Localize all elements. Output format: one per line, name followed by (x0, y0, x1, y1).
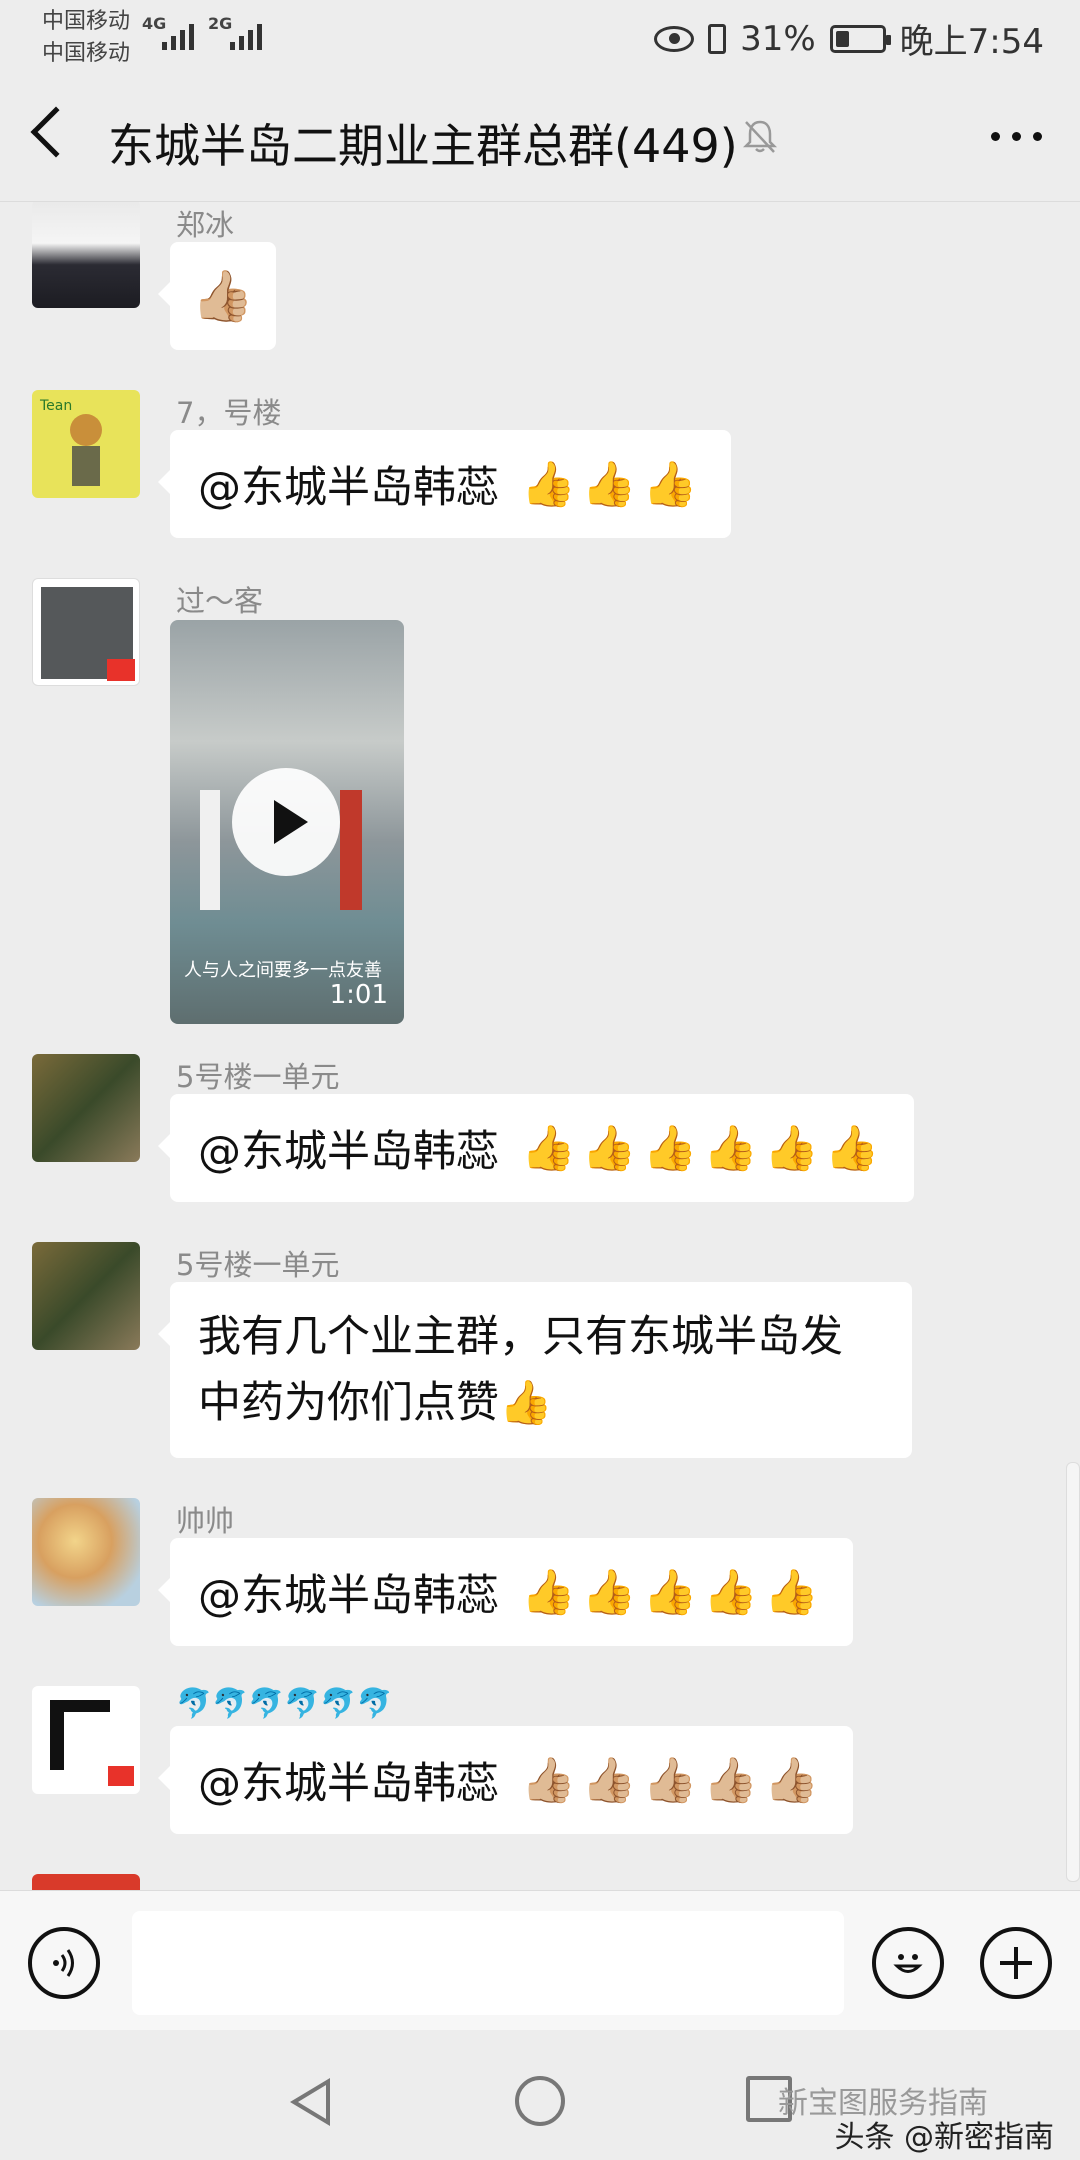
battery-percent: 31% (740, 18, 816, 59)
carrier-2: 中国移动 (42, 41, 131, 66)
vibrate-icon (708, 23, 727, 54)
avatar[interactable] (32, 1242, 140, 1350)
thumbs-up-emoji: 👍🏼 (191, 266, 255, 325)
message-bubble[interactable]: 我有几个业主群，只有东城半岛发 中药为你们点赞👍 (158, 1282, 912, 1458)
status-bar: 中国移动 中国移动 4G 2G 31% 晚上7:54 (0, 0, 1080, 70)
video-message[interactable]: 人与人之间要多一点友善 1:01 (170, 620, 404, 1024)
battery-icon (829, 24, 891, 53)
plus-icon[interactable] (980, 1927, 1052, 1999)
message-list[interactable]: 郑冰 👍🏼 Tean 7，号楼 @东城半岛韩蕊 👍👍👍 过～客 人与人之间要多一… (0, 202, 1080, 1890)
carrier-labels: 中国移动 中国移动 (42, 6, 130, 70)
sender-name: 🐬🐬🐬🐬🐬🐬 (176, 1686, 393, 1720)
play-icon[interactable] (232, 768, 340, 876)
input-bar (0, 1890, 1080, 2030)
signal-icon (162, 16, 194, 50)
network-type-2: 2G (208, 14, 233, 33)
sender-name: 帅帅 (176, 1504, 235, 1538)
video-duration: 1:01 (329, 980, 388, 1010)
message-text: @东城半岛韩蕊 (198, 1759, 499, 1809)
carrier-1: 中国移动 (42, 9, 131, 34)
avatar[interactable] (32, 202, 140, 308)
message-input[interactable] (132, 1911, 844, 2015)
scrollbar[interactable] (1066, 1462, 1080, 1882)
thumbs-up-emoji: 👍 (499, 1378, 553, 1428)
chat-title: 东城半岛二期业主群总群(449) (108, 119, 738, 173)
clock: 晚上7:54 (899, 22, 1044, 62)
thumbs-up-emojis: 👍👍👍 (521, 459, 704, 510)
sender-name: 过～客 (176, 584, 264, 618)
voice-input-icon[interactable] (28, 1927, 100, 1999)
avatar[interactable] (32, 1686, 140, 1794)
sender-name: 5号楼一单元 (176, 1060, 340, 1094)
system-navigation-bar: 新宝图服务指南 头条 @新密指南 (0, 2030, 1080, 2160)
avatar[interactable]: Tean (32, 390, 140, 498)
chat-header: 东城半岛二期业主群总群(449) (0, 70, 1080, 202)
message-bubble[interactable]: @东城半岛韩蕊 👍👍👍👍👍 (158, 1538, 853, 1646)
video-caption: 人与人之间要多一点友善 (184, 960, 382, 981)
message-text-line-2: 中药为你们点赞 (198, 1378, 499, 1428)
system-home-icon[interactable] (515, 2076, 565, 2126)
sender-name: 7，号楼 (176, 396, 282, 430)
message-bubble[interactable]: @东城半岛韩蕊 👍👍👍👍👍👍 (158, 1094, 914, 1202)
back-arrow-icon[interactable] (30, 106, 82, 158)
more-options-icon[interactable] (991, 132, 1042, 141)
avatar[interactable] (32, 1874, 140, 1890)
thumbs-up-emojis: 👍👍👍👍👍👍 (521, 1123, 886, 1174)
svg-text:Tean: Tean (39, 398, 72, 414)
message-bubble[interactable]: @东城半岛韩蕊 👍👍👍 (157, 430, 732, 538)
watermark: 头条 @新密指南 (834, 2120, 1054, 2155)
signal-icon-2 (230, 16, 262, 50)
message-bubble[interactable]: @东城半岛韩蕊 👍🏼👍🏼👍🏼👍🏼👍🏼 (158, 1726, 853, 1834)
message-text: @东城半岛韩蕊 (198, 1571, 499, 1621)
avatar[interactable] (32, 1054, 140, 1162)
status-right: 31% 晚上7:54 (654, 14, 1044, 63)
sender-name: 郑冰 (176, 208, 235, 242)
emoji-icon[interactable] (872, 1927, 944, 1999)
eye-comfort-icon (654, 25, 695, 52)
message-text: @东城半岛韩蕊 (198, 463, 499, 513)
sender-name: 5号楼一单元 (176, 1248, 340, 1282)
message-text: @东城半岛韩蕊 (198, 1127, 499, 1177)
message-text-line-1: 我有几个业主群，只有东城半岛发 (198, 1312, 843, 1362)
message-bubble[interactable]: 👍🏼 (158, 242, 276, 350)
avatar[interactable] (32, 1498, 140, 1606)
thumbs-up-emojis: 👍🏼👍🏼👍🏼👍🏼👍🏼 (521, 1755, 825, 1806)
thumbs-up-emojis: 👍👍👍👍👍 (521, 1567, 825, 1618)
mute-bell-icon (742, 120, 778, 153)
avatar[interactable] (32, 578, 140, 686)
system-back-icon[interactable] (290, 2078, 330, 2126)
